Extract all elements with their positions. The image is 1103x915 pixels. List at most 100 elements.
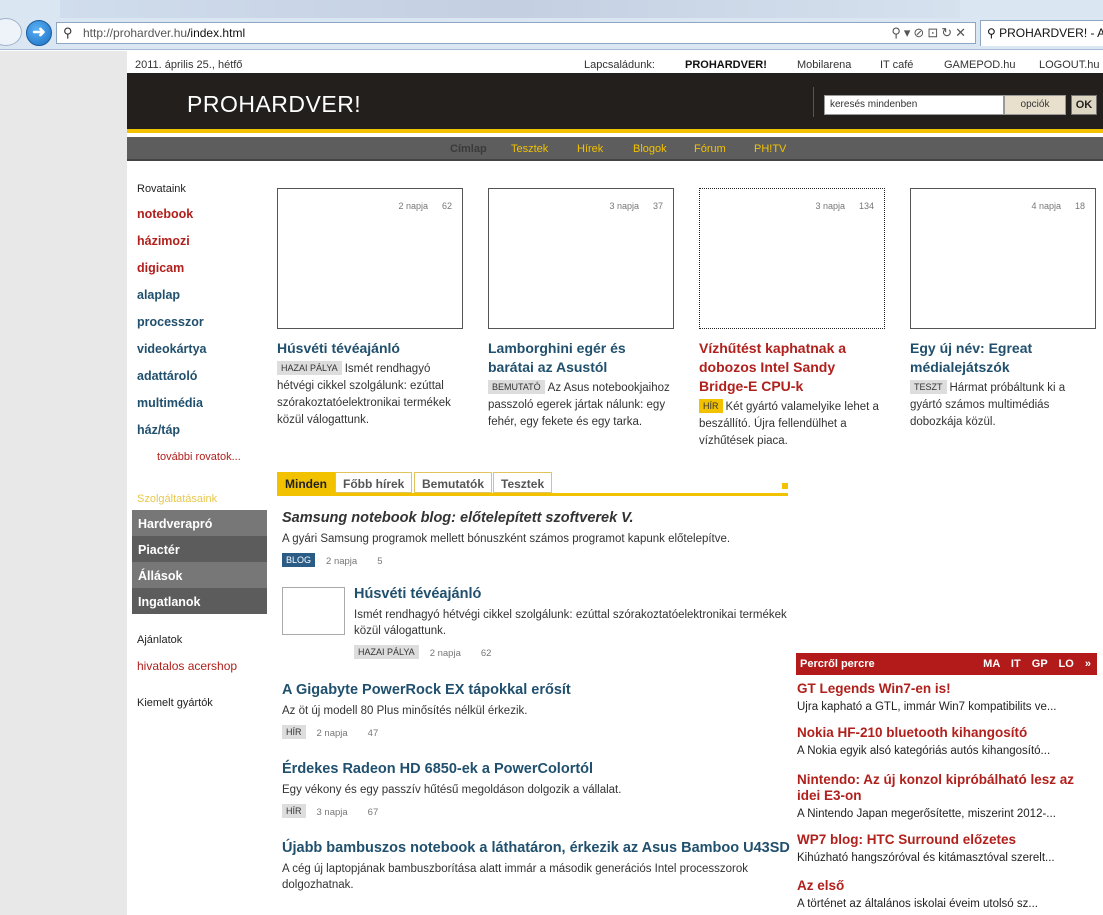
rovat-digicam[interactable]: digicam <box>137 261 184 275</box>
nav-blogok[interactable]: Blogok <box>633 143 667 155</box>
more-rovatok-link[interactable]: további rovatok... <box>157 451 241 463</box>
percrol-item-title[interactable]: Nintendo: Az új konzol kipróbálható lesz… <box>797 772 1097 804</box>
search-input[interactable]: keresés mindenben <box>824 95 1004 115</box>
news-text: A gyári Samsung programok mellett bónusz… <box>282 533 731 545</box>
left-margin <box>0 51 127 915</box>
service-ingatlanok[interactable]: Ingatlanok <box>132 588 267 614</box>
news-item[interactable]: Újabb bambuszos notebook a láthatáron, é… <box>282 839 792 893</box>
news-tag: HÍR <box>282 804 306 818</box>
featured-title[interactable]: Húsvéti tévéajánló <box>277 339 463 358</box>
percrol-tab-it[interactable]: IT <box>1011 658 1021 670</box>
search-ok-button[interactable]: OK <box>1071 95 1097 115</box>
forward-button[interactable]: ➜ <box>26 20 52 46</box>
news-item[interactable]: Samsung notebook blog: előtelepített szo… <box>282 509 792 567</box>
rovat-hazimozi[interactable]: házimozi <box>137 234 190 248</box>
rovat-notebook[interactable]: notebook <box>137 207 193 221</box>
rovat-haz-tap[interactable]: ház/táp <box>137 423 180 437</box>
news-title[interactable]: Újabb bambuszos notebook a láthatáron, é… <box>282 839 792 857</box>
tab-fobb-hirek[interactable]: Főbb hírek <box>335 472 413 493</box>
featured-card[interactable]: 3 napja 37 Lamborghini egér és barátai az… <box>488 188 674 431</box>
tab-minden[interactable]: Minden <box>277 472 335 493</box>
percrol-item[interactable]: Az első A történet az általános iskolai … <box>797 878 1097 910</box>
percrol-item-title[interactable]: GT Legends Win7-en is! <box>797 681 1097 697</box>
percrol-tab-gp[interactable]: GP <box>1032 658 1048 670</box>
back-button[interactable] <box>0 18 22 46</box>
card-meta: 3 napja 134 <box>815 201 874 211</box>
percrol-item[interactable]: GT Legends Win7-en is! Újra kapható a GT… <box>797 681 1097 713</box>
featured-text: BEMUTATÓ Az Asus notebookjaihoz passzoló … <box>488 380 670 428</box>
rovat-multimedia[interactable]: multimédia <box>137 396 203 410</box>
featured-tag: BEMUTATÓ <box>488 380 545 394</box>
news-tabs: Minden Főbb hírek Bemutatók Tesztek <box>277 472 788 496</box>
percrol-item-text: A Nokia egyik alsó kategóriás autós kiha… <box>797 745 1051 757</box>
featured-image[interactable]: 3 napja 37 <box>488 188 674 329</box>
percrol-item-title[interactable]: WP7 blog: HTC Surround előzetes <box>797 832 1097 848</box>
acershop-link[interactable]: hivatalos acershop <box>137 659 237 673</box>
service-piacter[interactable]: Piactér <box>132 536 267 562</box>
percrol-tab-lo[interactable]: LO <box>1059 658 1074 670</box>
news-item[interactable]: Érdekes Radeon HD 6850-ek a PowerColortó… <box>282 760 792 818</box>
family-link-prohardver[interactable]: PROHARDVER! <box>685 59 767 71</box>
news-title[interactable]: A Gigabyte PowerRock EX tápokkal erősít <box>282 681 792 699</box>
family-link-mobilarena[interactable]: Mobilarena <box>797 59 851 71</box>
nav-cimlap[interactable]: Címlap <box>450 143 487 155</box>
percrol-item-title[interactable]: Az első <box>797 878 1097 894</box>
rovat-adattarolo[interactable]: adattároló <box>137 369 197 383</box>
featured-image[interactable]: 3 napja 134 <box>699 188 885 329</box>
address-bar[interactable]: ⚲ http://prohardver.hu/index.html ⚲▾⊘⊡↻✕ <box>56 22 976 44</box>
featured-title[interactable]: Lamborghini egér és barátai az Asustól <box>488 339 674 377</box>
browser-tab[interactable]: ⚲ PROHARDVER! - A <box>980 20 1103 46</box>
news-text: Az öt új modell 80 Plus minősítés nélkül… <box>282 705 528 717</box>
news-info: HÍR 3 napja 67 <box>282 804 792 818</box>
family-label: Lapcsaládunk: <box>584 59 655 71</box>
address-tools[interactable]: ⚲▾⊘⊡↻✕ <box>891 25 969 41</box>
rovat-alaplap[interactable]: alaplap <box>137 288 180 302</box>
header: PROHARDVER! keresés mindenben opciók OK <box>127 73 1103 133</box>
featured-text: HAZAI PÁLYA Ismét rendhagyó hétvégi cikke… <box>277 361 451 426</box>
percrol-item[interactable]: Nintendo: Az új konzol kipróbálható lesz… <box>797 772 1097 820</box>
news-title[interactable]: Érdekes Radeon HD 6850-ek a PowerColortó… <box>282 760 792 778</box>
browser-chrome: ➜ ⚲ http://prohardver.hu/index.html ⚲▾⊘⊡… <box>0 0 1103 50</box>
news-title[interactable]: Samsung notebook blog: előtelepített szo… <box>282 509 792 527</box>
featured-image[interactable]: 4 napja 18 <box>910 188 1096 329</box>
news-info: HAZAI PÁLYA 2 napja 62 <box>354 645 794 659</box>
percrol-item[interactable]: Nokia HF-210 bluetooth kihangosító A Nok… <box>797 725 1097 757</box>
rovat-processzor[interactable]: processzor <box>137 315 204 329</box>
news-thumbnail[interactable] <box>282 587 345 635</box>
featured-image[interactable]: 2 napja 62 <box>277 188 463 329</box>
percrol-item[interactable]: WP7 blog: HTC Surround előzetes Kihúzhat… <box>797 832 1097 864</box>
percrol-tab-more[interactable]: » <box>1085 658 1091 670</box>
news-item[interactable]: A Gigabyte PowerRock EX tápokkal erősít … <box>282 681 792 739</box>
tab-bemutatok[interactable]: Bemutatók <box>414 472 493 493</box>
featured-card[interactable]: 2 napja 62 Húsvéti tévéajánló HAZAI PÁLYA… <box>277 188 463 429</box>
family-link-logout[interactable]: LOGOUT.hu <box>1039 59 1100 71</box>
rovat-videokartya[interactable]: videokártya <box>137 342 206 356</box>
percrol-tab-ma[interactable]: MA <box>983 658 1000 670</box>
featured-title[interactable]: Vízhűtést kaphatnak a dobozos Intel Sand… <box>699 339 885 396</box>
featured-card[interactable]: 3 napja 134 Vízhűtést kaphatnak a dobozos… <box>699 188 885 450</box>
featured-tag: HÍR <box>699 399 723 413</box>
featured-text: HÍR Két gyártó valamelyike lehet a beszál… <box>699 399 879 447</box>
featured-title[interactable]: Egy új név: Egreat médialejátszók <box>910 339 1096 377</box>
news-item[interactable]: Húsvéti tévéajánló Ismét rendhagyó hétvé… <box>354 585 794 659</box>
nav-tesztek[interactable]: Tesztek <box>511 143 548 155</box>
service-hardverapro[interactable]: Hardverapró <box>132 510 267 536</box>
search-options-button[interactable]: opciók <box>1004 95 1066 115</box>
date: 2011. április 25., hétfő <box>135 59 243 71</box>
nav-hirek[interactable]: Hírek <box>577 143 603 155</box>
tab-tesztek[interactable]: Tesztek <box>493 472 553 493</box>
family-link-itcafe[interactable]: IT café <box>880 59 913 71</box>
news-text: Egy vékony és egy passzív hűtésű megoldá… <box>282 784 622 796</box>
nav-phtv[interactable]: PH!TV <box>754 143 786 155</box>
site-logo[interactable]: PROHARDVER! <box>187 91 361 118</box>
service-allasok[interactable]: Állások <box>132 562 267 588</box>
percrol-item-title[interactable]: Nokia HF-210 bluetooth kihangosító <box>797 725 1097 741</box>
featured-card[interactable]: 4 napja 18 Egy új név: Egreat médialejáts… <box>910 188 1096 431</box>
nav-forum[interactable]: Fórum <box>694 143 726 155</box>
card-meta: 4 napja 18 <box>1031 201 1085 211</box>
family-link-gamepod[interactable]: GAMEPOD.hu <box>944 59 1016 71</box>
news-info: HÍR 2 napja 47 <box>282 725 792 739</box>
news-text: A cég új laptopjának bambuszborítása ala… <box>282 863 748 891</box>
top-line: 2011. április 25., hétfő Lapcsaládunk: P… <box>127 51 1103 73</box>
news-title[interactable]: Húsvéti tévéajánló <box>354 585 794 603</box>
